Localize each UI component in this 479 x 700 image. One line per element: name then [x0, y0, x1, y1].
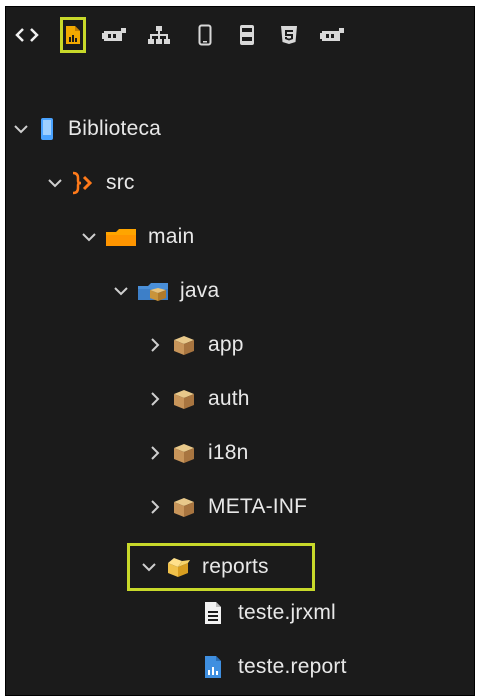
tree-node-label: src: [106, 171, 135, 194]
tree-node-label: Biblioteca: [68, 117, 162, 140]
tree-node-package-auth[interactable]: auth: [146, 379, 250, 419]
chevron-right-icon[interactable]: [146, 336, 164, 354]
hierarchy-icon: [148, 26, 170, 44]
package-icon: [170, 441, 198, 465]
server-view-button[interactable]: [234, 17, 260, 53]
tree-node-project[interactable]: Biblioteca: [12, 109, 161, 149]
report-view-button[interactable]: [60, 17, 86, 53]
component-alt-view-button[interactable]: [320, 17, 346, 53]
tree-node-label: reports: [202, 555, 269, 578]
html-view-button[interactable]: [276, 17, 302, 53]
tree-node-main[interactable]: main: [80, 217, 194, 257]
tree-node-label: app: [208, 333, 244, 356]
chevron-right-icon[interactable]: [146, 498, 164, 516]
java-source-folder-icon: [136, 279, 170, 303]
tree-node-label: i18n: [208, 441, 249, 464]
tree-node-package-app[interactable]: app: [146, 325, 244, 365]
html5-icon: [281, 26, 297, 44]
tree-node-file-jrxml[interactable]: teste.jrxml: [202, 593, 336, 633]
mobile-device-icon: [198, 24, 212, 46]
code-brackets-icon: [15, 28, 39, 42]
folder-icon: [104, 225, 138, 249]
tree-node-label: META-INF: [208, 495, 308, 518]
tree-node-label: teste.jrxml: [238, 601, 336, 624]
component-view-button[interactable]: [102, 17, 128, 53]
mobile-view-button[interactable]: [192, 17, 218, 53]
tree-node-label: teste.report: [238, 655, 347, 678]
tree-node-src[interactable]: src: [46, 163, 135, 203]
tree-node-java[interactable]: java: [112, 271, 219, 311]
tree-node-label: java: [180, 279, 220, 302]
mobile-project-icon: [36, 117, 58, 141]
code-view-button[interactable]: [14, 17, 40, 53]
chevron-down-icon[interactable]: [112, 282, 130, 300]
tree-node-package-meta-inf[interactable]: META-INF: [146, 487, 307, 527]
chevron-down-icon[interactable]: [80, 228, 98, 246]
component-alt-icon: [320, 28, 344, 41]
report-file-icon: [66, 26, 80, 44]
package-icon: [170, 387, 198, 411]
document-icon: [202, 601, 224, 625]
chevron-right-icon[interactable]: [146, 390, 164, 408]
tree-node-file-report[interactable]: teste.report: [202, 647, 347, 687]
tree-node-package-i18n[interactable]: i18n: [146, 433, 249, 473]
tree-node-package-reports[interactable]: reports: [140, 547, 269, 587]
open-package-icon: [164, 555, 192, 579]
hierarchy-view-button[interactable]: [146, 17, 172, 53]
chevron-down-icon[interactable]: [12, 120, 30, 138]
explorer-toolbar: [6, 7, 474, 67]
report-file-icon: [202, 655, 224, 679]
tree-node-label: main: [148, 225, 195, 248]
chevron-down-icon[interactable]: [46, 174, 64, 192]
package-icon: [170, 333, 198, 357]
project-explorer-panel: Biblioteca src main java app auth i18n M…: [5, 6, 475, 696]
package-icon: [170, 495, 198, 519]
server-icon: [240, 25, 254, 45]
tree-node-label: auth: [208, 387, 250, 410]
chevron-right-icon[interactable]: [146, 444, 164, 462]
component-icon: [102, 28, 126, 41]
chevron-down-icon[interactable]: [140, 558, 158, 576]
source-folder-icon: [70, 171, 96, 195]
